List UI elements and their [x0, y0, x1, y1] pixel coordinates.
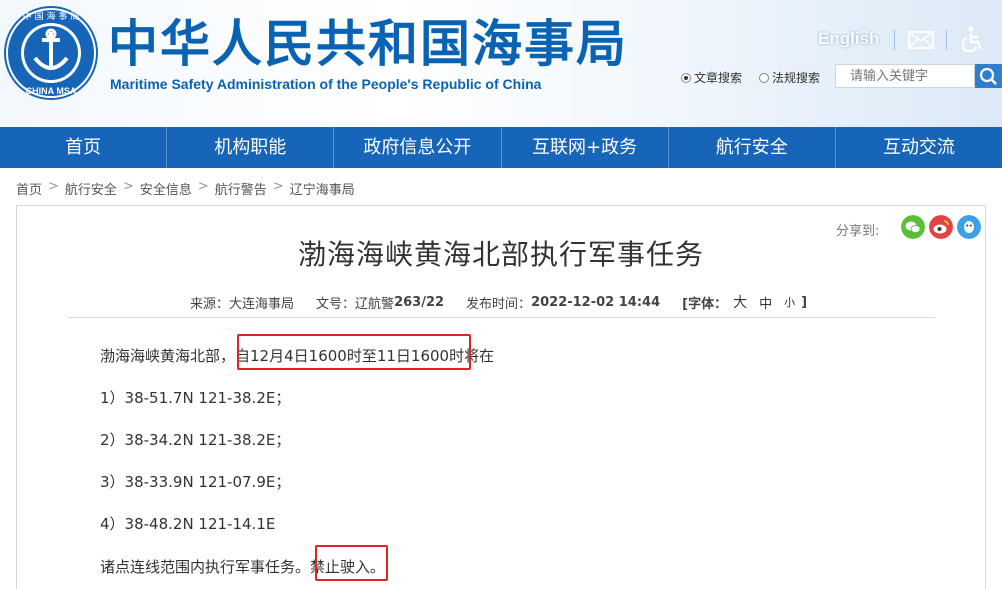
- nav-item-nav-safety[interactable]: 航行安全: [669, 127, 836, 168]
- breadcrumb-item[interactable]: 航行安全: [65, 179, 117, 198]
- msa-logo-icon[interactable]: 中 国 海 事 局 CHINA MSA: [2, 4, 100, 102]
- nav-item-interaction[interactable]: 互动交流: [836, 127, 1002, 168]
- search-icon: [979, 67, 997, 85]
- article-title: 渤海海峡黄海北部执行军事任务: [297, 238, 704, 271]
- nav-item-gov-info[interactable]: 政府信息公开: [334, 127, 502, 168]
- svg-text:CHINA MSA: CHINA MSA: [26, 86, 77, 96]
- coordinate-point: 2）38-34.2N 121-38.2E；: [100, 431, 291, 449]
- breadcrumb-separator-icon: >: [272, 179, 284, 194]
- mail-icon[interactable]: [908, 31, 934, 49]
- header-divider: [946, 30, 947, 50]
- nav-item-internet-gov[interactable]: 互联网+政务: [502, 127, 669, 168]
- radio-selected-icon[interactable]: [681, 72, 691, 83]
- coordinate-point: 4）38-48.2N 121-14.1E: [100, 515, 276, 533]
- breadcrumb-item[interactable]: 安全信息: [140, 179, 192, 198]
- coordinate-point: 1）38-51.7N 121-38.2E；: [100, 389, 291, 407]
- red-highlight-box: [315, 545, 388, 581]
- site-subtitle: Maritime Safety Administration of the Pe…: [110, 76, 542, 92]
- main-nav: 首页 机构职能 政府信息公开 互联网+政务 航行安全 互动交流: [0, 127, 1002, 168]
- search-input[interactable]: [835, 64, 975, 88]
- article-meta: 来源： 大连海事局 文号： 辽航警 263/22 发布时间： 2022-12-02…: [190, 292, 807, 312]
- nav-item-home[interactable]: 首页: [0, 127, 168, 168]
- coordinate-point: 3）38-33.9N 121-07.9E；: [100, 473, 291, 491]
- breadcrumb-separator-icon: >: [48, 179, 59, 194]
- accessibility-icon[interactable]: [962, 26, 984, 52]
- svg-text:中 国 海 事 局: 中 国 海 事 局: [23, 10, 79, 22]
- breadcrumb-separator-icon: >: [122, 179, 134, 194]
- breadcrumb-separator-icon: >: [197, 179, 209, 194]
- font-size-large[interactable]: 大: [733, 292, 747, 312]
- article-source: 大连海事局: [229, 296, 295, 312]
- search-option-article[interactable]: 文章搜索: [681, 69, 742, 86]
- english-link[interactable]: English: [818, 29, 879, 49]
- nav-item-functions[interactable]: 机构职能: [167, 127, 335, 168]
- red-highlight-box: [237, 334, 471, 370]
- publish-time: 2022-12-02 14:44: [531, 294, 661, 310]
- radio-unselected-icon[interactable]: [759, 72, 769, 83]
- header-divider: [894, 30, 895, 50]
- breadcrumb-item[interactable]: 航行警告: [215, 179, 267, 198]
- breadcrumb: 首页 > 航行安全 > 安全信息 > 航行警告 > 辽宁海事局: [16, 179, 355, 198]
- divider: [68, 317, 935, 318]
- font-size-small[interactable]: 小: [784, 294, 795, 310]
- site-title: 中华人民共和国海事局: [108, 15, 628, 73]
- site-header: 中 国 海 事 局 CHINA MSA 中华人民共和国海事局 Maritime …: [0, 0, 1002, 127]
- breadcrumb-item[interactable]: 首页: [16, 179, 42, 198]
- breadcrumb-item[interactable]: 辽宁海事局: [290, 179, 355, 198]
- search-option-regulation[interactable]: 法规搜索: [759, 69, 820, 86]
- doc-number: 263/22: [394, 294, 445, 310]
- search-button[interactable]: [975, 64, 1002, 88]
- font-size-medium[interactable]: 中: [759, 293, 772, 312]
